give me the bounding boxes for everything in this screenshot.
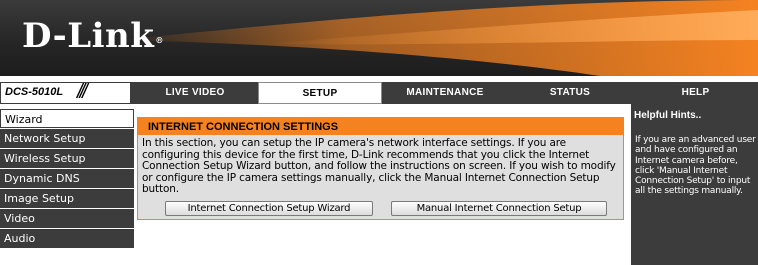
sidebar-item-wireless-setup[interactable]: Wireless Setup bbox=[0, 149, 134, 168]
model-decor: /// bbox=[77, 81, 88, 103]
tab-live-video[interactable]: LIVE VIDEO bbox=[133, 83, 257, 103]
header-banner: D-Link® bbox=[0, 0, 758, 76]
tab-maintenance[interactable]: MAINTENANCE bbox=[383, 83, 507, 103]
internet-connection-panel: INTERNET CONNECTION SETTINGS In this sec… bbox=[137, 117, 624, 220]
tab-status[interactable]: STATUS bbox=[508, 83, 632, 103]
model-name: DCS-5010L bbox=[5, 86, 64, 98]
manual-setup-button[interactable]: Manual Internet Connection Setup bbox=[391, 201, 607, 216]
sidebar-item-audio[interactable]: Audio bbox=[0, 229, 134, 248]
model-label-box: DCS-5010L /// bbox=[0, 81, 131, 104]
sidebar-item-wizard[interactable]: Wizard bbox=[0, 109, 134, 128]
sidebar-item-network-setup[interactable]: Network Setup bbox=[0, 129, 134, 148]
hints-title: Helpful Hints.. bbox=[634, 110, 702, 121]
sidebar-item-image-setup[interactable]: Image Setup bbox=[0, 189, 134, 208]
helpful-hints-panel: Helpful Hints.. If you are an advanced u… bbox=[631, 104, 758, 265]
logo-text: D-Link bbox=[22, 16, 155, 56]
tab-help[interactable]: HELP bbox=[633, 83, 758, 103]
panel-title-bar: INTERNET CONNECTION SETTINGS bbox=[138, 118, 623, 135]
panel-title: INTERNET CONNECTION SETTINGS bbox=[148, 121, 339, 133]
top-nav: DCS-5010L /// LIVE VIDEO SETUP MAINTENAN… bbox=[0, 81, 758, 104]
tab-setup[interactable]: SETUP bbox=[258, 82, 382, 104]
registered-mark: ® bbox=[155, 35, 164, 45]
hints-text: If you are an advanced user and have con… bbox=[635, 135, 756, 197]
panel-description: In this section, you can setup the IP ca… bbox=[142, 137, 616, 195]
sidebar-item-video[interactable]: Video bbox=[0, 209, 134, 228]
sidebar-item-dynamic-dns[interactable]: Dynamic DNS bbox=[0, 169, 134, 188]
sidebar: Wizard Network Setup Wireless Setup Dyna… bbox=[0, 104, 134, 265]
setup-wizard-button[interactable]: Internet Connection Setup Wizard bbox=[165, 201, 373, 216]
dlink-logo: D-Link® bbox=[22, 16, 164, 56]
